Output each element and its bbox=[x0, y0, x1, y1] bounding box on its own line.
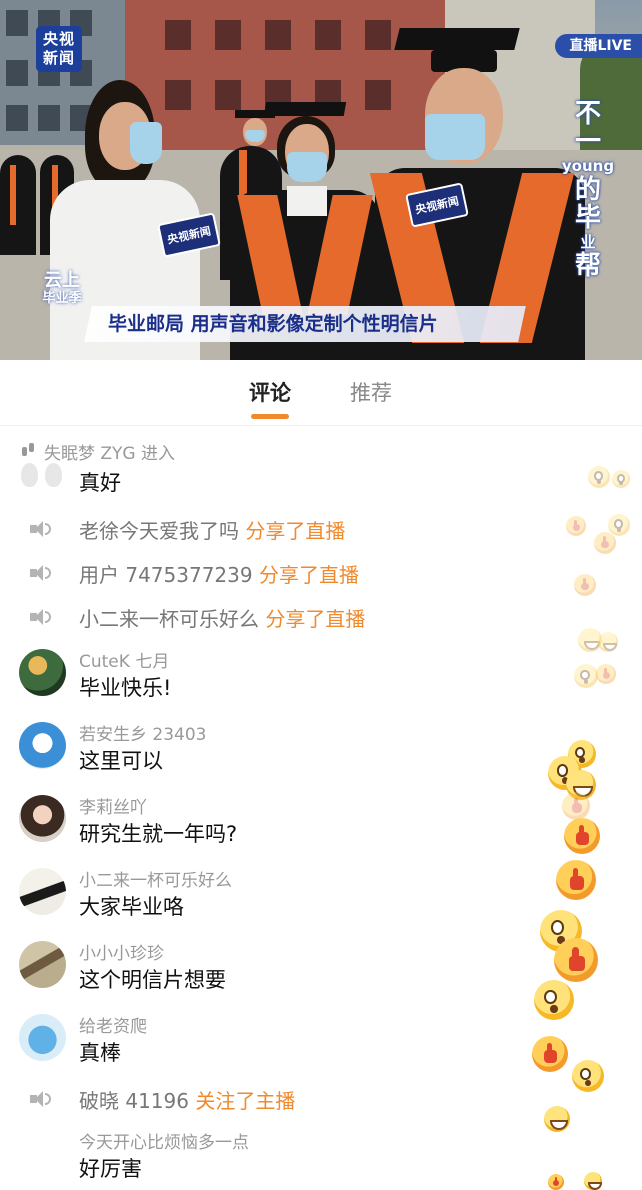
comment-user[interactable]: 若安生乡 23403 bbox=[79, 720, 206, 745]
list-item: 小小小珍珍 这个明信片想要 bbox=[0, 939, 560, 999]
comment-user[interactable]: 李莉丝吖 bbox=[79, 793, 147, 818]
thumb-emoji-icon bbox=[562, 792, 590, 820]
logo-text-2: 新闻 bbox=[42, 49, 75, 67]
avatar[interactable] bbox=[19, 868, 66, 915]
speaker-icon bbox=[30, 564, 54, 582]
thumb-emoji-icon bbox=[554, 938, 598, 982]
share-user[interactable]: 老徐今天爱我了吗 bbox=[79, 519, 239, 543]
comment-user[interactable]: CuteK 七月 bbox=[79, 647, 169, 672]
grin-emoji-icon bbox=[598, 632, 618, 652]
logo-text-1: 央视 bbox=[42, 30, 75, 48]
list-item: 李莉丝吖 研究生就一年吗? bbox=[0, 793, 560, 853]
list-item: 老徐今天爱我了吗 分享了直播 bbox=[0, 515, 560, 545]
avatar[interactable] bbox=[19, 795, 66, 842]
share-action: 分享了直播 bbox=[265, 607, 366, 631]
cctv-news-logo: 央视 新闻 bbox=[36, 26, 82, 72]
avatar[interactable] bbox=[19, 941, 66, 988]
thumb-emoji-icon bbox=[532, 1036, 568, 1072]
avatar[interactable] bbox=[19, 1014, 66, 1061]
list-item: 破晓 41196 关注了主播 bbox=[0, 1085, 560, 1115]
tab-recommend[interactable]: 推荐 bbox=[350, 378, 392, 408]
list-item: 真好 bbox=[0, 459, 560, 499]
wow-emoji-icon bbox=[574, 664, 598, 688]
wow-emoji-icon bbox=[534, 980, 574, 1020]
list-item: CuteK 七月 毕业快乐! bbox=[0, 647, 560, 707]
comment-text: 真棒 bbox=[79, 1041, 121, 1065]
wow-emoji-icon bbox=[572, 1060, 604, 1092]
list-item: 小二来一杯可乐好么 大家毕业咯 bbox=[0, 866, 560, 926]
comment-text: 研究生就一年吗? bbox=[79, 822, 238, 846]
grin-emoji-icon bbox=[544, 1106, 570, 1132]
headline-banner: 毕业邮局 用声音和影像定制个性明信片 bbox=[108, 313, 438, 335]
live-badge: 直播LIVE bbox=[555, 34, 642, 58]
avatar[interactable] bbox=[19, 649, 66, 696]
list-item: 若安生乡 23403 这里可以 bbox=[0, 720, 560, 780]
thumb-emoji-icon bbox=[548, 1174, 564, 1190]
comment-text: 大家毕业咯 bbox=[79, 895, 184, 919]
thumb-emoji-icon bbox=[574, 574, 596, 596]
speaker-icon bbox=[30, 1090, 54, 1108]
thumb-emoji-icon bbox=[594, 532, 616, 554]
avatar[interactable] bbox=[19, 722, 66, 769]
live-video-player[interactable]: 央视新闻 央视新闻 央视 新闻 直播LIVE 不 一 young 的 毕 业 帮… bbox=[0, 0, 642, 360]
share-action: 分享了直播 bbox=[258, 563, 359, 587]
active-tab-indicator bbox=[251, 414, 289, 419]
thumb-emoji-icon bbox=[564, 818, 600, 854]
footprint-icon bbox=[22, 443, 38, 459]
follow-action: 关注了主播 bbox=[195, 1089, 296, 1113]
comment-user[interactable]: 给老资爬 bbox=[79, 1012, 147, 1037]
speaker-icon bbox=[30, 520, 54, 538]
comment-text: 这个明信片想要 bbox=[79, 968, 226, 992]
speaker-icon bbox=[30, 608, 54, 626]
tab-bar: 评论 推荐 bbox=[0, 360, 642, 426]
list-item: 小二来一杯可乐好么 分享了直播 bbox=[0, 603, 560, 633]
tab-comments[interactable]: 评论 bbox=[249, 378, 291, 408]
comment-feed[interactable]: 失眠梦 ZYG 进入 真好 老徐今天爱我了吗 分享了直播 用户 74753772… bbox=[0, 427, 642, 1190]
follow-user[interactable]: 破晓 41196 bbox=[79, 1089, 189, 1113]
thumb-emoji-icon bbox=[556, 860, 596, 900]
list-item: 用户 7475377239 分享了直播 bbox=[0, 559, 560, 589]
wow-emoji-icon bbox=[588, 466, 610, 488]
program-side-title: 不 一 young 的 毕 业 帮 bbox=[561, 99, 615, 281]
list-item: 今天开心比烦恼多一点 好厉害 bbox=[0, 1128, 560, 1188]
comment-user[interactable]: 小二来一杯可乐好么 bbox=[79, 866, 232, 891]
wow-emoji-icon bbox=[608, 514, 630, 536]
wow-emoji-icon bbox=[612, 470, 630, 488]
comment-text: 这里可以 bbox=[79, 749, 163, 773]
thumb-emoji-icon bbox=[566, 516, 586, 536]
comment-text: 毕业快乐! bbox=[79, 676, 172, 700]
share-user[interactable]: 小二来一杯可乐好么 bbox=[79, 607, 259, 631]
graduation-season-logo: 云上 毕业季 bbox=[42, 270, 82, 307]
list-item: 给老资爬 真棒 bbox=[0, 1012, 560, 1072]
comment-user[interactable]: 今天开心比烦恼多一点 bbox=[79, 1128, 249, 1153]
footprints-avatar bbox=[19, 463, 66, 489]
grin-emoji-icon bbox=[584, 1172, 602, 1190]
share-user[interactable]: 用户 7475377239 bbox=[79, 563, 253, 587]
comment-user[interactable]: 小小小珍珍 bbox=[79, 939, 164, 964]
comment-text: 好厉害 bbox=[79, 1157, 142, 1181]
comment-text: 真好 bbox=[79, 471, 121, 495]
share-action: 分享了直播 bbox=[245, 519, 346, 543]
thumb-emoji-icon bbox=[596, 664, 616, 684]
